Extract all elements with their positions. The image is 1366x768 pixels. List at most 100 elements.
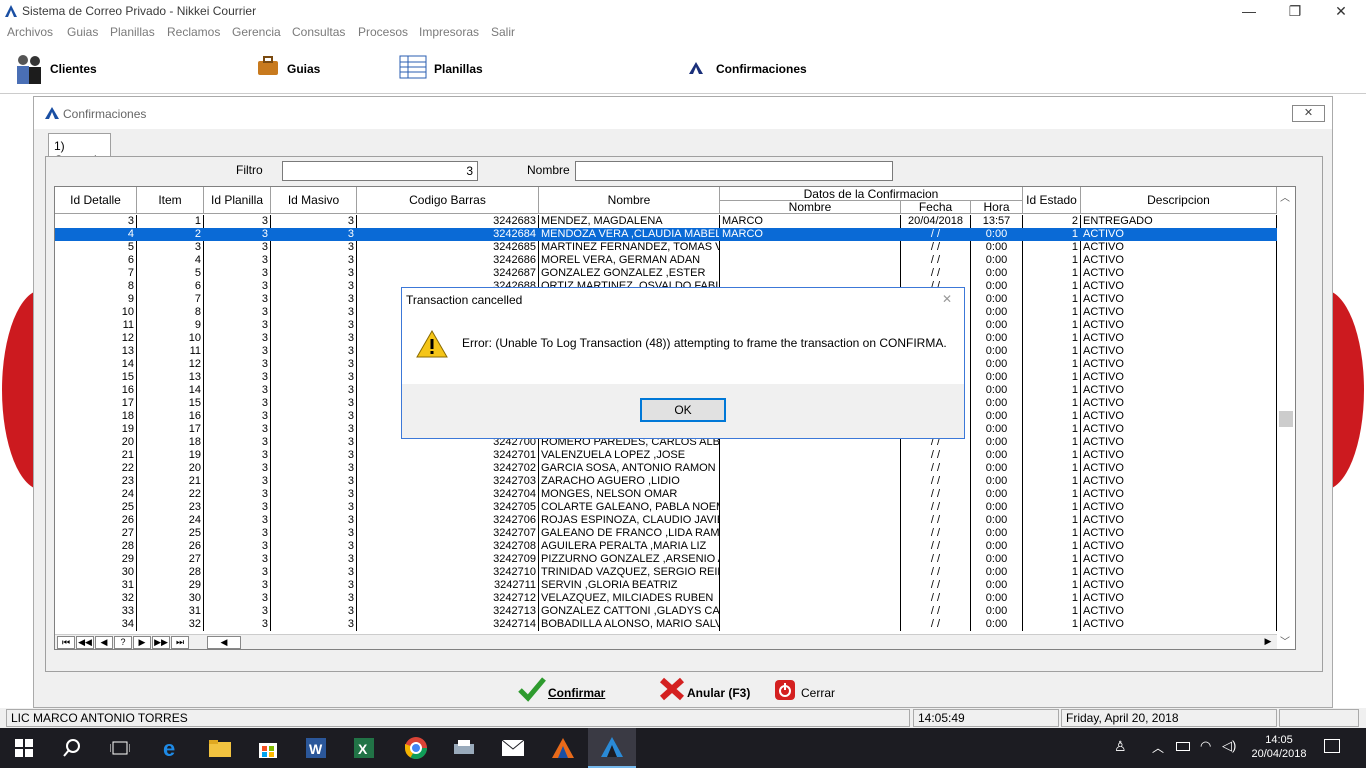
close-button[interactable]: ✕ [1318,0,1364,23]
table-cell: 22 [137,488,204,501]
table-cell: 3 [204,423,271,436]
header-id-estado[interactable]: Id Estado [1023,187,1081,214]
vertical-scrollbar[interactable]: ︿ ﹀ [1277,187,1295,649]
table-row[interactable]: 3 1 3 3 3242683 MENDEZ, MAGDALENA MARCO 20/04/2… [55,215,1277,228]
menu-guias[interactable]: Guias [67,25,98,39]
table-row[interactable]: 7 5 3 3 3242687 GONZALEZ GONZALEZ ,ESTER / /0:… [55,267,1277,280]
taskbar-clock[interactable]: 14:05 20/04/2018 [1250,733,1308,761]
notification-icon[interactable] [1324,739,1340,753]
menu-archivos[interactable]: Archivos [7,25,53,39]
taskbar-explorer[interactable] [196,728,244,768]
header-fecha[interactable]: Fecha [901,200,971,214]
table-row[interactable]: 28 26 3 3 3242708 AGUILERA PERALTA ,MARIA LIZ… [55,540,1277,553]
header-id-planilla[interactable]: Id Planilla [204,187,271,214]
menu-procesos[interactable]: Procesos [358,25,408,39]
header-codigo-barras[interactable]: Codigo Barras [357,187,539,214]
table-cell: 31 [55,579,137,592]
table-row[interactable]: 26 24 3 3 3242706 ROJAS ESPINOZA, CLAUDIO JAV… [55,514,1277,527]
table-row[interactable]: 29 27 3 3 3242709 PIZZURNO GONZALEZ ,ARSENIO … [55,553,1277,566]
people-icon[interactable]: ♙ [1114,738,1127,755]
nav-search-button[interactable]: ? [114,636,132,649]
filtro-input[interactable]: 3 [282,161,478,181]
menu-planillas[interactable]: Planillas [110,25,155,39]
nav-prev-page-button[interactable]: ◀◀ [76,636,94,649]
table-cell: 30 [55,566,137,579]
child-close-button[interactable]: ✕ [1292,105,1325,122]
taskbar-excel[interactable]: X [340,728,388,768]
table-cell: 3 [204,618,271,631]
taskbar-app[interactable] [440,728,488,768]
battery-icon[interactable] [1176,742,1190,751]
taskbar-app2[interactable] [539,728,587,768]
table-row[interactable]: 21 19 3 3 3242701 VALENZUELA LOPEZ ,JOSE / /0:… [55,449,1277,462]
start-button[interactable] [0,728,48,768]
maximize-button[interactable]: ❐ [1272,0,1318,23]
header-descripcion[interactable]: Descripcion [1081,187,1277,214]
toolbar-confirmaciones-button[interactable]: Confirmaciones [688,42,808,94]
taskbar-nikkei-active[interactable] [588,728,636,768]
table-row[interactable]: 4 2 3 3 3242684 MENDOZA VERA ,CLAUDIA MABEL MA… [55,228,1277,241]
header-id-detalle[interactable]: Id Detalle [55,187,137,214]
menu-impresoras[interactable]: Impresoras [419,25,479,39]
nav-first-button[interactable]: ⏮ [57,636,75,649]
tab-general[interactable]: 1) General [48,133,111,167]
table-row[interactable]: 30 28 3 3 3242710 TRINIDAD VAZQUEZ, SERGIO RE… [55,566,1277,579]
header-datos-confirmacion[interactable]: Datos de la Confirmacion [720,187,1023,201]
header-conf-nombre[interactable]: Nombre [720,200,901,214]
table-row[interactable]: 6 4 3 3 3242686 MOREL VERA, GERMAN ADAN / /0:0… [55,254,1277,267]
table-row[interactable]: 24 22 3 3 3242704 MONGES, NELSON OMAR / /0:00 1… [55,488,1277,501]
header-item[interactable]: Item [137,187,204,214]
header-hora[interactable]: Hora [971,200,1023,214]
scroll-down-icon[interactable]: ﹀ [1280,633,1290,648]
menu-salir[interactable]: Salir [491,25,515,39]
table-row[interactable]: 32 30 3 3 3242712 VELAZQUEZ, MILCIADES RUBEN /… [55,592,1277,605]
menu-gerencia[interactable]: Gerencia [232,25,281,39]
table-row[interactable]: 22 20 3 3 3242702 GARCIA SOSA, ANTONIO RAMON /… [55,462,1277,475]
header-id-masivo[interactable]: Id Masivo [271,187,357,214]
table-row[interactable]: 34 32 3 3 3242714 BOBADILLA ALONSO, MARIO SAL… [55,618,1277,631]
table-row[interactable]: 5 3 3 3 3242685 MARTINEZ FERNANDEZ, TOMAS V / … [55,241,1277,254]
toolbar-clientes-button[interactable]: Clientes [12,42,102,94]
table-row[interactable]: 33 31 3 3 3242713 GONZALEZ CATTONI ,GLADYS CA… [55,605,1277,618]
nav-next-button[interactable]: ▶ [133,636,151,649]
taskbar-word[interactable]: W [292,728,340,768]
menu-reclamos[interactable]: Reclamos [167,25,220,39]
wifi-icon[interactable]: ◠ [1200,738,1211,754]
hscroll-left-button[interactable]: ◀ [207,636,241,649]
table-cell: 3242708 [357,540,539,553]
cerrar-button[interactable]: Cerrar [775,676,845,704]
minimize-button[interactable]: — [1226,0,1272,23]
nav-next-page-button[interactable]: ▶▶ [152,636,170,649]
task-view-button[interactable] [96,728,144,768]
nav-last-button[interactable]: ⏭ [171,636,189,649]
table-cell: ACTIVO [1081,527,1277,540]
scroll-up-icon[interactable]: ︿ [1280,189,1290,204]
volume-icon[interactable]: ◁) [1222,738,1236,754]
table-row[interactable]: 31 29 3 3 3242711 SERVIN ,GLORIA BEATRIZ / /0:… [55,579,1277,592]
header-nombre[interactable]: Nombre [539,187,720,214]
taskbar-edge[interactable]: e [148,728,196,768]
taskbar-chrome[interactable] [392,728,440,768]
table-cell: 0:00 [971,488,1023,501]
table-row[interactable]: 27 25 3 3 3242707 GALEANO DE FRANCO ,LIDA RAM… [55,527,1277,540]
taskbar-store[interactable] [244,728,292,768]
table-cell: 3 [271,501,357,514]
table-row[interactable]: 25 23 3 3 3242705 COLARTE GALEANO, PABLA NOEM… [55,501,1277,514]
menu-consultas[interactable]: Consultas [292,25,345,39]
chevron-up-icon[interactable]: ︿ [1152,739,1164,756]
nav-prev-button[interactable]: ◀ [95,636,113,649]
table-cell: 3 [271,592,357,605]
anular-button[interactable]: Anular (F3) [658,676,758,704]
nombre-input[interactable] [575,161,893,181]
hscroll-right-button[interactable]: ▶ [1261,636,1275,649]
scroll-thumb[interactable] [1279,411,1293,427]
dialog-title: Transaction cancelled [402,288,964,314]
dialog-close-button[interactable]: ✕ [942,292,952,306]
taskbar-mail[interactable] [489,728,537,768]
search-button[interactable] [48,728,96,768]
table-row[interactable]: 23 21 3 3 3242703 ZARACHO AGUERO ,LIDIO / /0:0… [55,475,1277,488]
toolbar-guias-button[interactable]: Guias [256,42,336,94]
toolbar-planillas-button[interactable]: Planillas [399,42,494,94]
confirmar-button[interactable]: Confirmar [518,676,618,704]
ok-button[interactable]: OK [640,398,726,422]
